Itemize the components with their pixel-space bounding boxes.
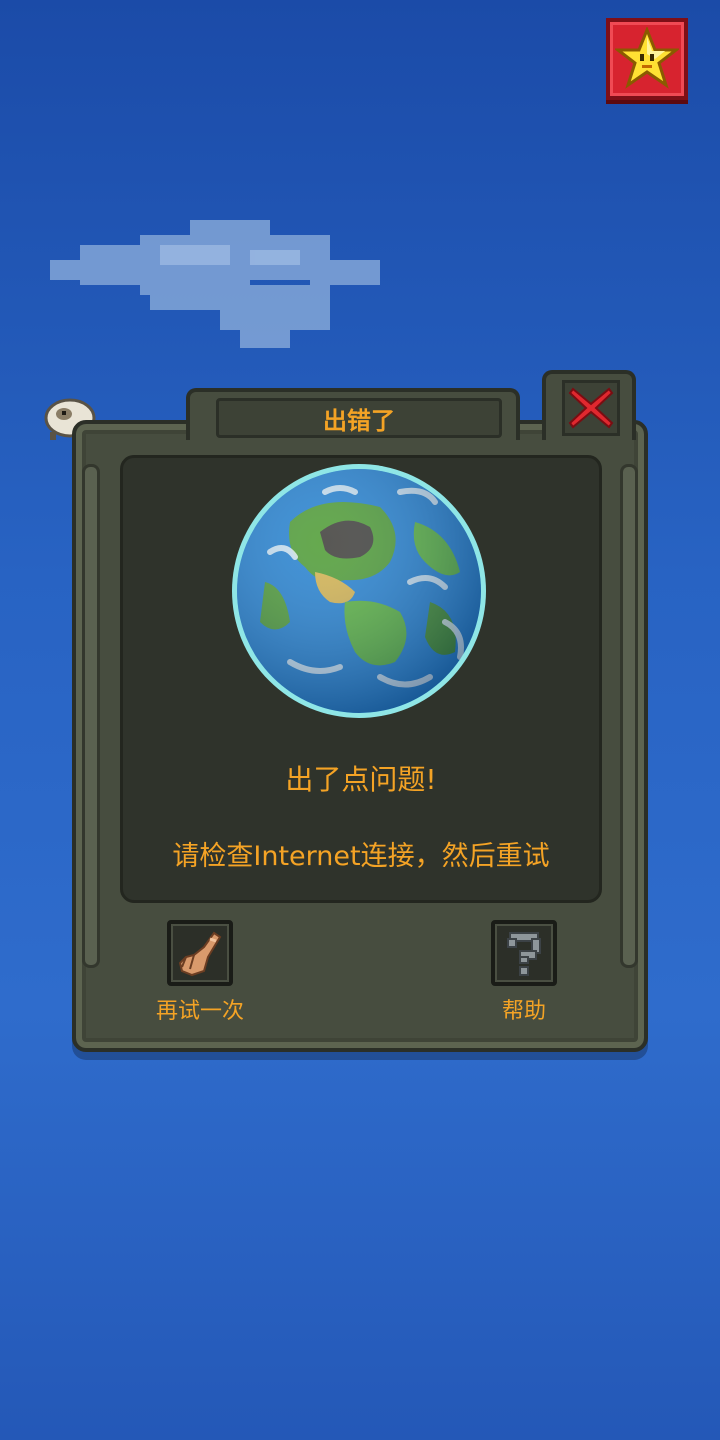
help-button[interactable] — [491, 920, 557, 986]
question-mark-icon — [507, 932, 541, 976]
pointing-hand-icon — [178, 931, 222, 977]
frame-rail-right — [620, 464, 638, 968]
close-icon — [568, 387, 614, 429]
retry-button[interactable] — [167, 920, 233, 986]
cloud-icon — [50, 220, 380, 348]
error-message-body: 请检查Internet连接，然后重试 — [172, 841, 550, 872]
frame-rail-left — [82, 464, 100, 968]
globe-icon — [232, 464, 486, 718]
retry-label[interactable]: 再试一次 — [140, 993, 260, 1025]
game-screen: { "dialog": { "title": "出错了", "message_t… — [0, 0, 720, 1440]
help-label[interactable]: 帮助 — [466, 993, 582, 1025]
star-icon — [615, 27, 679, 89]
dialog-title: 出错了 — [216, 398, 502, 438]
close-button[interactable] — [562, 380, 620, 436]
error-message-title: 出了点问题! — [285, 763, 437, 796]
star-button[interactable] — [606, 18, 688, 100]
